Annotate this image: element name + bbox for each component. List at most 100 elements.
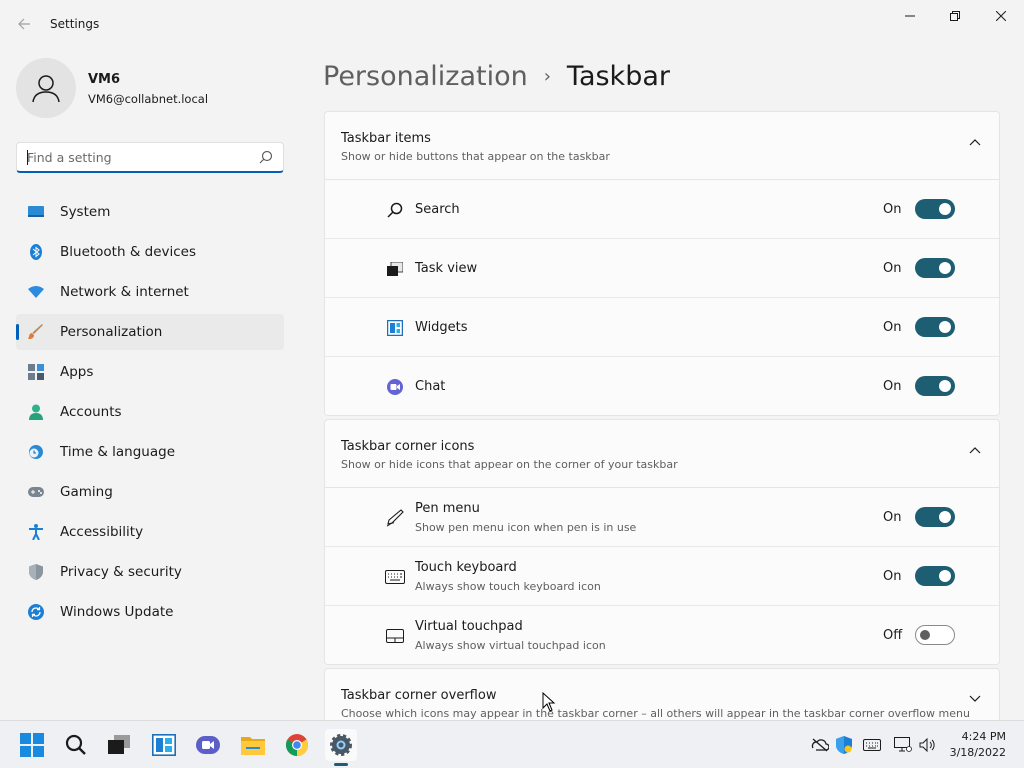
taskbar-widgets-button[interactable] — [148, 729, 180, 761]
sidebar-item-gaming[interactable]: Gaming — [16, 474, 284, 510]
sidebar-item-accounts[interactable]: Accounts — [16, 394, 284, 430]
sidebar-item-personalization[interactable]: Personalization — [16, 314, 284, 350]
settings-search[interactable] — [16, 142, 284, 173]
search-input[interactable] — [27, 148, 247, 167]
sidebar-item-label: System — [60, 204, 111, 220]
taskbar-file-explorer-button[interactable] — [237, 729, 269, 761]
section-subtitle: Show or hide icons that appear on the co… — [341, 458, 678, 471]
toggle-state: Off — [883, 628, 903, 643]
keyboard-icon — [863, 739, 881, 751]
restore-icon — [950, 11, 960, 21]
chevron-up-icon — [969, 139, 981, 146]
close-button[interactable] — [978, 4, 1024, 28]
sidebar-nav: System Bluetooth & devices Network & int… — [16, 194, 284, 634]
start-icon — [20, 733, 44, 757]
breadcrumb-parent[interactable]: Personalization — [323, 61, 528, 92]
setting-row-chat: Chat On — [325, 357, 999, 415]
sidebar-item-time-language[interactable]: Time & language — [16, 434, 284, 470]
setting-row-virtual-touchpad: Virtual touchpad Always show virtual tou… — [325, 606, 999, 664]
taskbar-chat-button[interactable] — [192, 729, 224, 761]
sidebar-item-system[interactable]: System — [16, 194, 284, 230]
sidebar-item-label: Bluetooth & devices — [60, 244, 197, 260]
taskbar-corner-overflow-section[interactable]: Taskbar corner overflow Choose which ico… — [324, 668, 1000, 728]
section-title: Taskbar items — [341, 131, 431, 146]
touch-keyboard-toggle[interactable] — [915, 566, 955, 586]
taskbar-chrome-button[interactable] — [281, 729, 313, 761]
widgets-icon — [152, 734, 176, 756]
active-app-indicator — [334, 763, 348, 766]
sidebar-item-label: Gaming — [60, 484, 113, 500]
sidebar-item-apps[interactable]: Apps — [16, 354, 284, 390]
section-header[interactable]: Taskbar items Show or hide buttons that … — [325, 112, 999, 180]
pen-menu-toggle[interactable] — [915, 507, 955, 527]
user-profile[interactable]: VM6 VM6@collabnet.local — [16, 58, 296, 118]
task-view-toggle[interactable] — [915, 258, 955, 278]
widgets-toggle[interactable] — [915, 317, 955, 337]
task-view-icon — [385, 259, 405, 279]
sidebar-item-label: Windows Update — [60, 604, 174, 620]
back-button[interactable] — [12, 12, 36, 36]
setting-label: Virtual touchpad — [415, 619, 523, 634]
input-indicator[interactable] — [862, 735, 882, 755]
close-icon — [996, 11, 1006, 21]
sidebar-item-label: Personalization — [60, 324, 163, 340]
pen-icon — [385, 508, 405, 528]
setting-description: Always show virtual touchpad icon — [415, 639, 606, 652]
sidebar-item-label: Privacy & security — [60, 564, 182, 580]
toggle-state: On — [883, 510, 902, 525]
settings-icon — [330, 734, 352, 756]
virtual-touchpad-toggle[interactable] — [915, 625, 955, 645]
accounts-icon — [28, 404, 44, 420]
taskbar-task-view-button[interactable] — [103, 729, 135, 761]
setting-row-task-view: Task view On — [325, 239, 999, 298]
sidebar-item-privacy[interactable]: Privacy & security — [16, 554, 284, 590]
sidebar-item-label: Time & language — [60, 444, 176, 460]
restore-button[interactable] — [932, 4, 978, 28]
sidebar-item-accessibility[interactable]: Accessibility — [16, 514, 284, 550]
apps-icon — [28, 364, 44, 380]
setting-row-pen-menu: Pen menu Show pen menu icon when pen is … — [325, 488, 999, 547]
volume-control[interactable] — [918, 735, 938, 755]
section-subtitle: Choose which icons may appear in the tas… — [341, 707, 970, 720]
mouse-cursor-icon — [542, 692, 556, 712]
page-title: Taskbar — [566, 60, 670, 92]
app-title: Settings — [50, 17, 100, 31]
toggle-state: On — [883, 202, 902, 217]
display-icon — [894, 737, 912, 752]
taskbar: 4:24 PM 3/18/2022 — [0, 720, 1024, 768]
avatar — [16, 58, 76, 118]
sidebar-item-bluetooth[interactable]: Bluetooth & devices — [16, 234, 284, 270]
setting-label: Touch keyboard — [415, 560, 517, 575]
chrome-icon — [286, 734, 308, 756]
display-status[interactable] — [893, 735, 913, 755]
toggle-state: On — [883, 320, 902, 335]
clock-time: 4:24 PM — [961, 730, 1006, 743]
user-name: VM6 — [88, 72, 121, 87]
setting-label: Chat — [415, 379, 446, 394]
section-title: Taskbar corner overflow — [341, 688, 497, 703]
widgets-icon — [385, 318, 405, 338]
defender-status[interactable] — [834, 735, 854, 755]
setting-row-widgets: Widgets On — [325, 298, 999, 357]
chat-toggle[interactable] — [915, 376, 955, 396]
back-arrow-icon — [18, 18, 30, 30]
sidebar-item-windows-update[interactable]: Windows Update — [16, 594, 284, 630]
taskbar-search-button[interactable] — [60, 729, 92, 761]
network-status[interactable] — [810, 735, 830, 755]
network-off-icon — [811, 738, 829, 752]
start-button[interactable] — [16, 729, 48, 761]
taskbar-settings-button[interactable] — [325, 729, 357, 761]
minimize-button[interactable] — [887, 4, 933, 28]
minimize-icon — [905, 15, 915, 17]
section-title: Taskbar corner icons — [341, 439, 475, 454]
sidebar-item-label: Apps — [60, 364, 94, 380]
section-header[interactable]: Taskbar corner icons Show or hide icons … — [325, 420, 999, 488]
clock-date: 3/18/2022 — [949, 746, 1006, 759]
search-toggle[interactable] — [915, 199, 955, 219]
taskbar-corner-icons-section: Taskbar corner icons Show or hide icons … — [324, 419, 1000, 665]
setting-row-touch-keyboard: Touch keyboard Always show touch keyboar… — [325, 547, 999, 606]
system-clock[interactable]: 4:24 PM 3/18/2022 — [946, 729, 1006, 761]
sidebar-item-network[interactable]: Network & internet — [16, 274, 284, 310]
volume-icon — [919, 738, 935, 752]
accessibility-icon — [28, 524, 44, 540]
